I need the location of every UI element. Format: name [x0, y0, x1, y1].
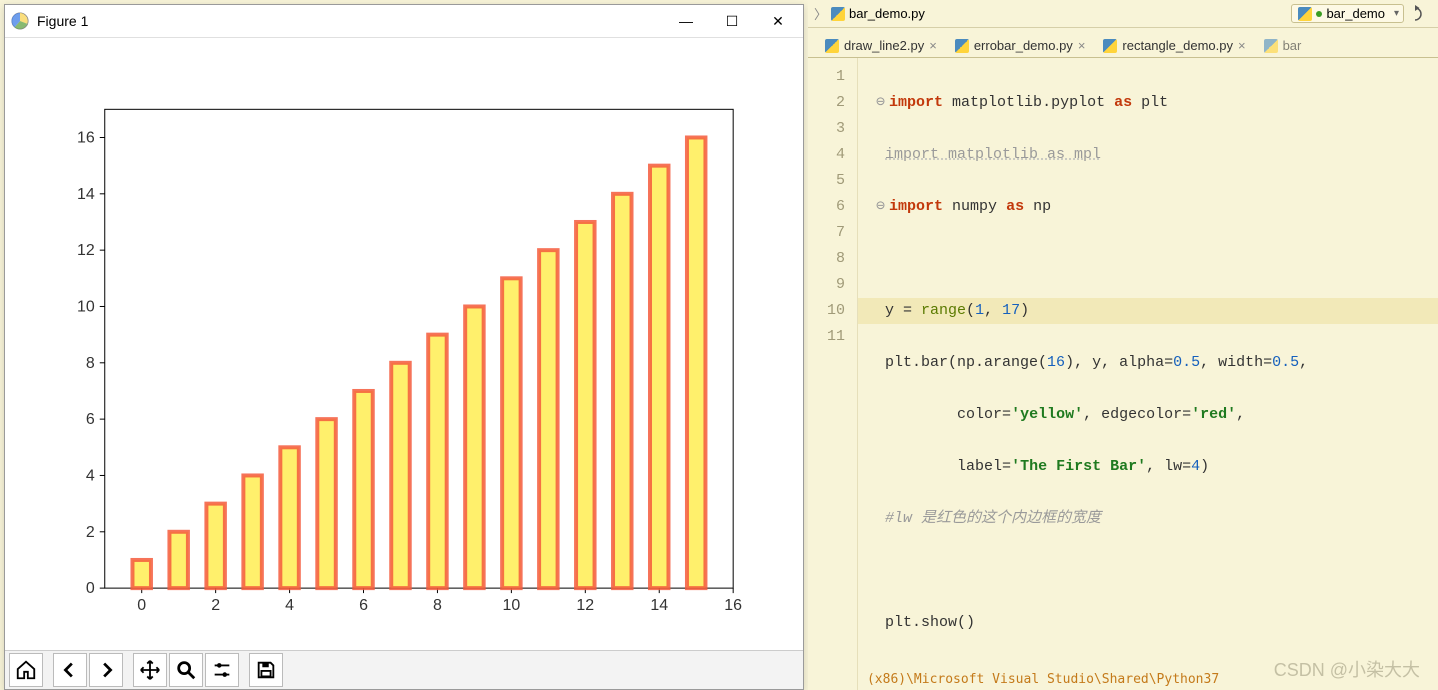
figure-window: Figure 1 — ☐ ✕ 0 2 4 6 8 10 12 14 16 0 2 4 6 8 10 12 14 1… [4, 4, 804, 690]
back-button[interactable] [53, 653, 87, 687]
tab-label: draw_line2.py [844, 38, 924, 53]
run-config-label: bar_demo [1326, 6, 1385, 21]
maximize-button[interactable]: ☐ [709, 6, 755, 36]
svg-text:14: 14 [77, 186, 95, 203]
svg-text:12: 12 [77, 242, 95, 259]
zoom-button[interactable] [169, 653, 203, 687]
ide-panel: 〉 bar_demo.py bar_demo draw_line2.py × e… [808, 0, 1438, 690]
tab-rectangle-demo[interactable]: rectangle_demo.py × [1094, 33, 1254, 57]
run-indicator-icon [1316, 11, 1322, 17]
titlebar[interactable]: Figure 1 — ☐ ✕ [5, 5, 803, 38]
close-icon[interactable]: × [929, 38, 937, 53]
svg-text:10: 10 [503, 597, 521, 614]
svg-text:10: 10 [77, 299, 95, 316]
breadcrumb-file: bar_demo.py [849, 6, 925, 21]
svg-text:16: 16 [77, 130, 95, 147]
code-content: ⊖import matplotlib.pyplot as plt import … [858, 58, 1438, 690]
minimize-button[interactable]: — [663, 6, 709, 36]
svg-text:12: 12 [576, 597, 594, 614]
save-button[interactable] [249, 653, 283, 687]
python-file-icon [825, 39, 839, 53]
editor-tabstrip: draw_line2.py × errobar_demo.py × rectan… [808, 28, 1438, 58]
run-config-selector[interactable]: bar_demo [1291, 4, 1404, 23]
svg-text:14: 14 [650, 597, 668, 614]
svg-text:16: 16 [724, 597, 742, 614]
forward-button[interactable] [89, 653, 123, 687]
svg-text:0: 0 [137, 597, 146, 614]
svg-text:2: 2 [211, 597, 220, 614]
close-icon[interactable]: × [1238, 38, 1246, 53]
svg-text:8: 8 [433, 597, 442, 614]
home-button[interactable] [9, 653, 43, 687]
window-title: Figure 1 [37, 13, 88, 29]
tab-label: rectangle_demo.py [1122, 38, 1233, 53]
breadcrumb[interactable]: 〉 bar_demo.py [814, 4, 1285, 23]
close-button[interactable]: ✕ [755, 6, 801, 36]
code-editor[interactable]: 123 456 789 1011 ⊖import matplotlib.pypl… [808, 58, 1438, 690]
svg-text:8: 8 [86, 355, 95, 372]
tab-bar-demo[interactable]: bar [1255, 33, 1311, 57]
tab-label: errobar_demo.py [974, 38, 1073, 53]
python-file-icon [1264, 39, 1278, 53]
svg-text:6: 6 [359, 597, 368, 614]
python-file-icon [831, 7, 845, 21]
tab-draw-line2[interactable]: draw_line2.py × [816, 33, 946, 57]
figure-toolbar [5, 650, 803, 689]
pan-button[interactable] [133, 653, 167, 687]
line-gutter: 123 456 789 1011 [808, 58, 858, 690]
svg-text:0: 0 [86, 580, 95, 597]
plot-area[interactable]: 0 2 4 6 8 10 12 14 16 0 2 4 6 8 10 12 14 16 [5, 38, 803, 649]
matplotlib-icon [11, 12, 29, 30]
breadcrumb-sep: 〉 [814, 4, 827, 23]
tab-label: bar [1283, 38, 1302, 53]
python-file-icon [955, 39, 969, 53]
python-file-icon [1103, 39, 1117, 53]
ide-topbar: 〉 bar_demo.py bar_demo [808, 0, 1438, 28]
rerun-button[interactable] [1410, 3, 1432, 25]
close-icon[interactable]: × [1078, 38, 1086, 53]
configure-button[interactable] [205, 653, 239, 687]
svg-text:6: 6 [86, 411, 95, 428]
svg-text:4: 4 [86, 468, 95, 485]
tab-errobar-demo[interactable]: errobar_demo.py × [946, 33, 1095, 57]
svg-text:4: 4 [285, 597, 294, 614]
svg-text:2: 2 [86, 524, 95, 541]
python-file-icon [1298, 7, 1312, 21]
bar-chart: 0 2 4 6 8 10 12 14 16 0 2 4 6 8 10 12 14 16 [5, 38, 803, 649]
